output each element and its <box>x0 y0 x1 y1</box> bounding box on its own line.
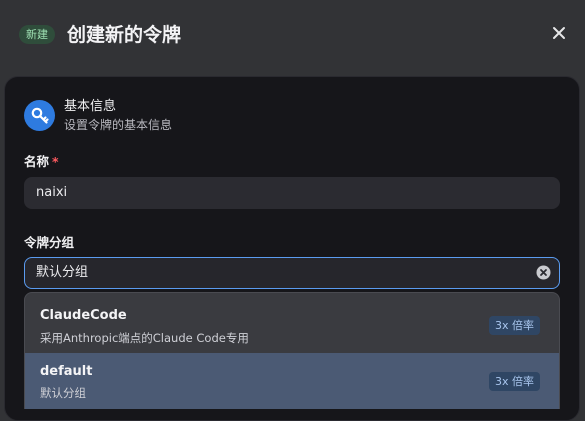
new-badge: 新建 <box>19 25 55 44</box>
dropdown-option-default[interactable]: default 默认分组 3x 倍率 <box>25 353 559 409</box>
close-icon[interactable] <box>548 22 570 44</box>
name-input[interactable]: naixi <box>24 177 560 209</box>
section-subtitle: 设置令牌的基本信息 <box>64 118 173 132</box>
group-dropdown: ClaudeCode 采用Anthropic端点的Claude Code专用 3… <box>24 292 560 409</box>
option-name: ClaudeCode <box>40 308 127 323</box>
group-select-input[interactable]: 默认分组 <box>24 257 560 289</box>
modal-header: 新建 创建新的令牌 <box>0 0 585 70</box>
option-description: 默认分组 <box>40 386 86 400</box>
ratio-badge: 3x 倍率 <box>489 372 541 391</box>
dropdown-option-claudecode[interactable]: ClaudeCode 采用Anthropic端点的Claude Code专用 3… <box>25 293 559 353</box>
option-description: 采用Anthropic端点的Claude Code专用 <box>40 331 249 345</box>
option-name: default <box>40 364 93 379</box>
name-label-text: 名称 <box>24 154 50 169</box>
name-label: 名称 * <box>24 153 59 171</box>
group-label: 令牌分组 <box>24 235 75 250</box>
required-mark: * <box>52 154 59 169</box>
modal-title: 创建新的令牌 <box>67 24 182 46</box>
key-icon <box>24 100 55 131</box>
ratio-badge: 3x 倍率 <box>489 316 541 335</box>
clear-icon[interactable] <box>536 265 551 280</box>
section-title: 基本信息 <box>64 99 117 114</box>
